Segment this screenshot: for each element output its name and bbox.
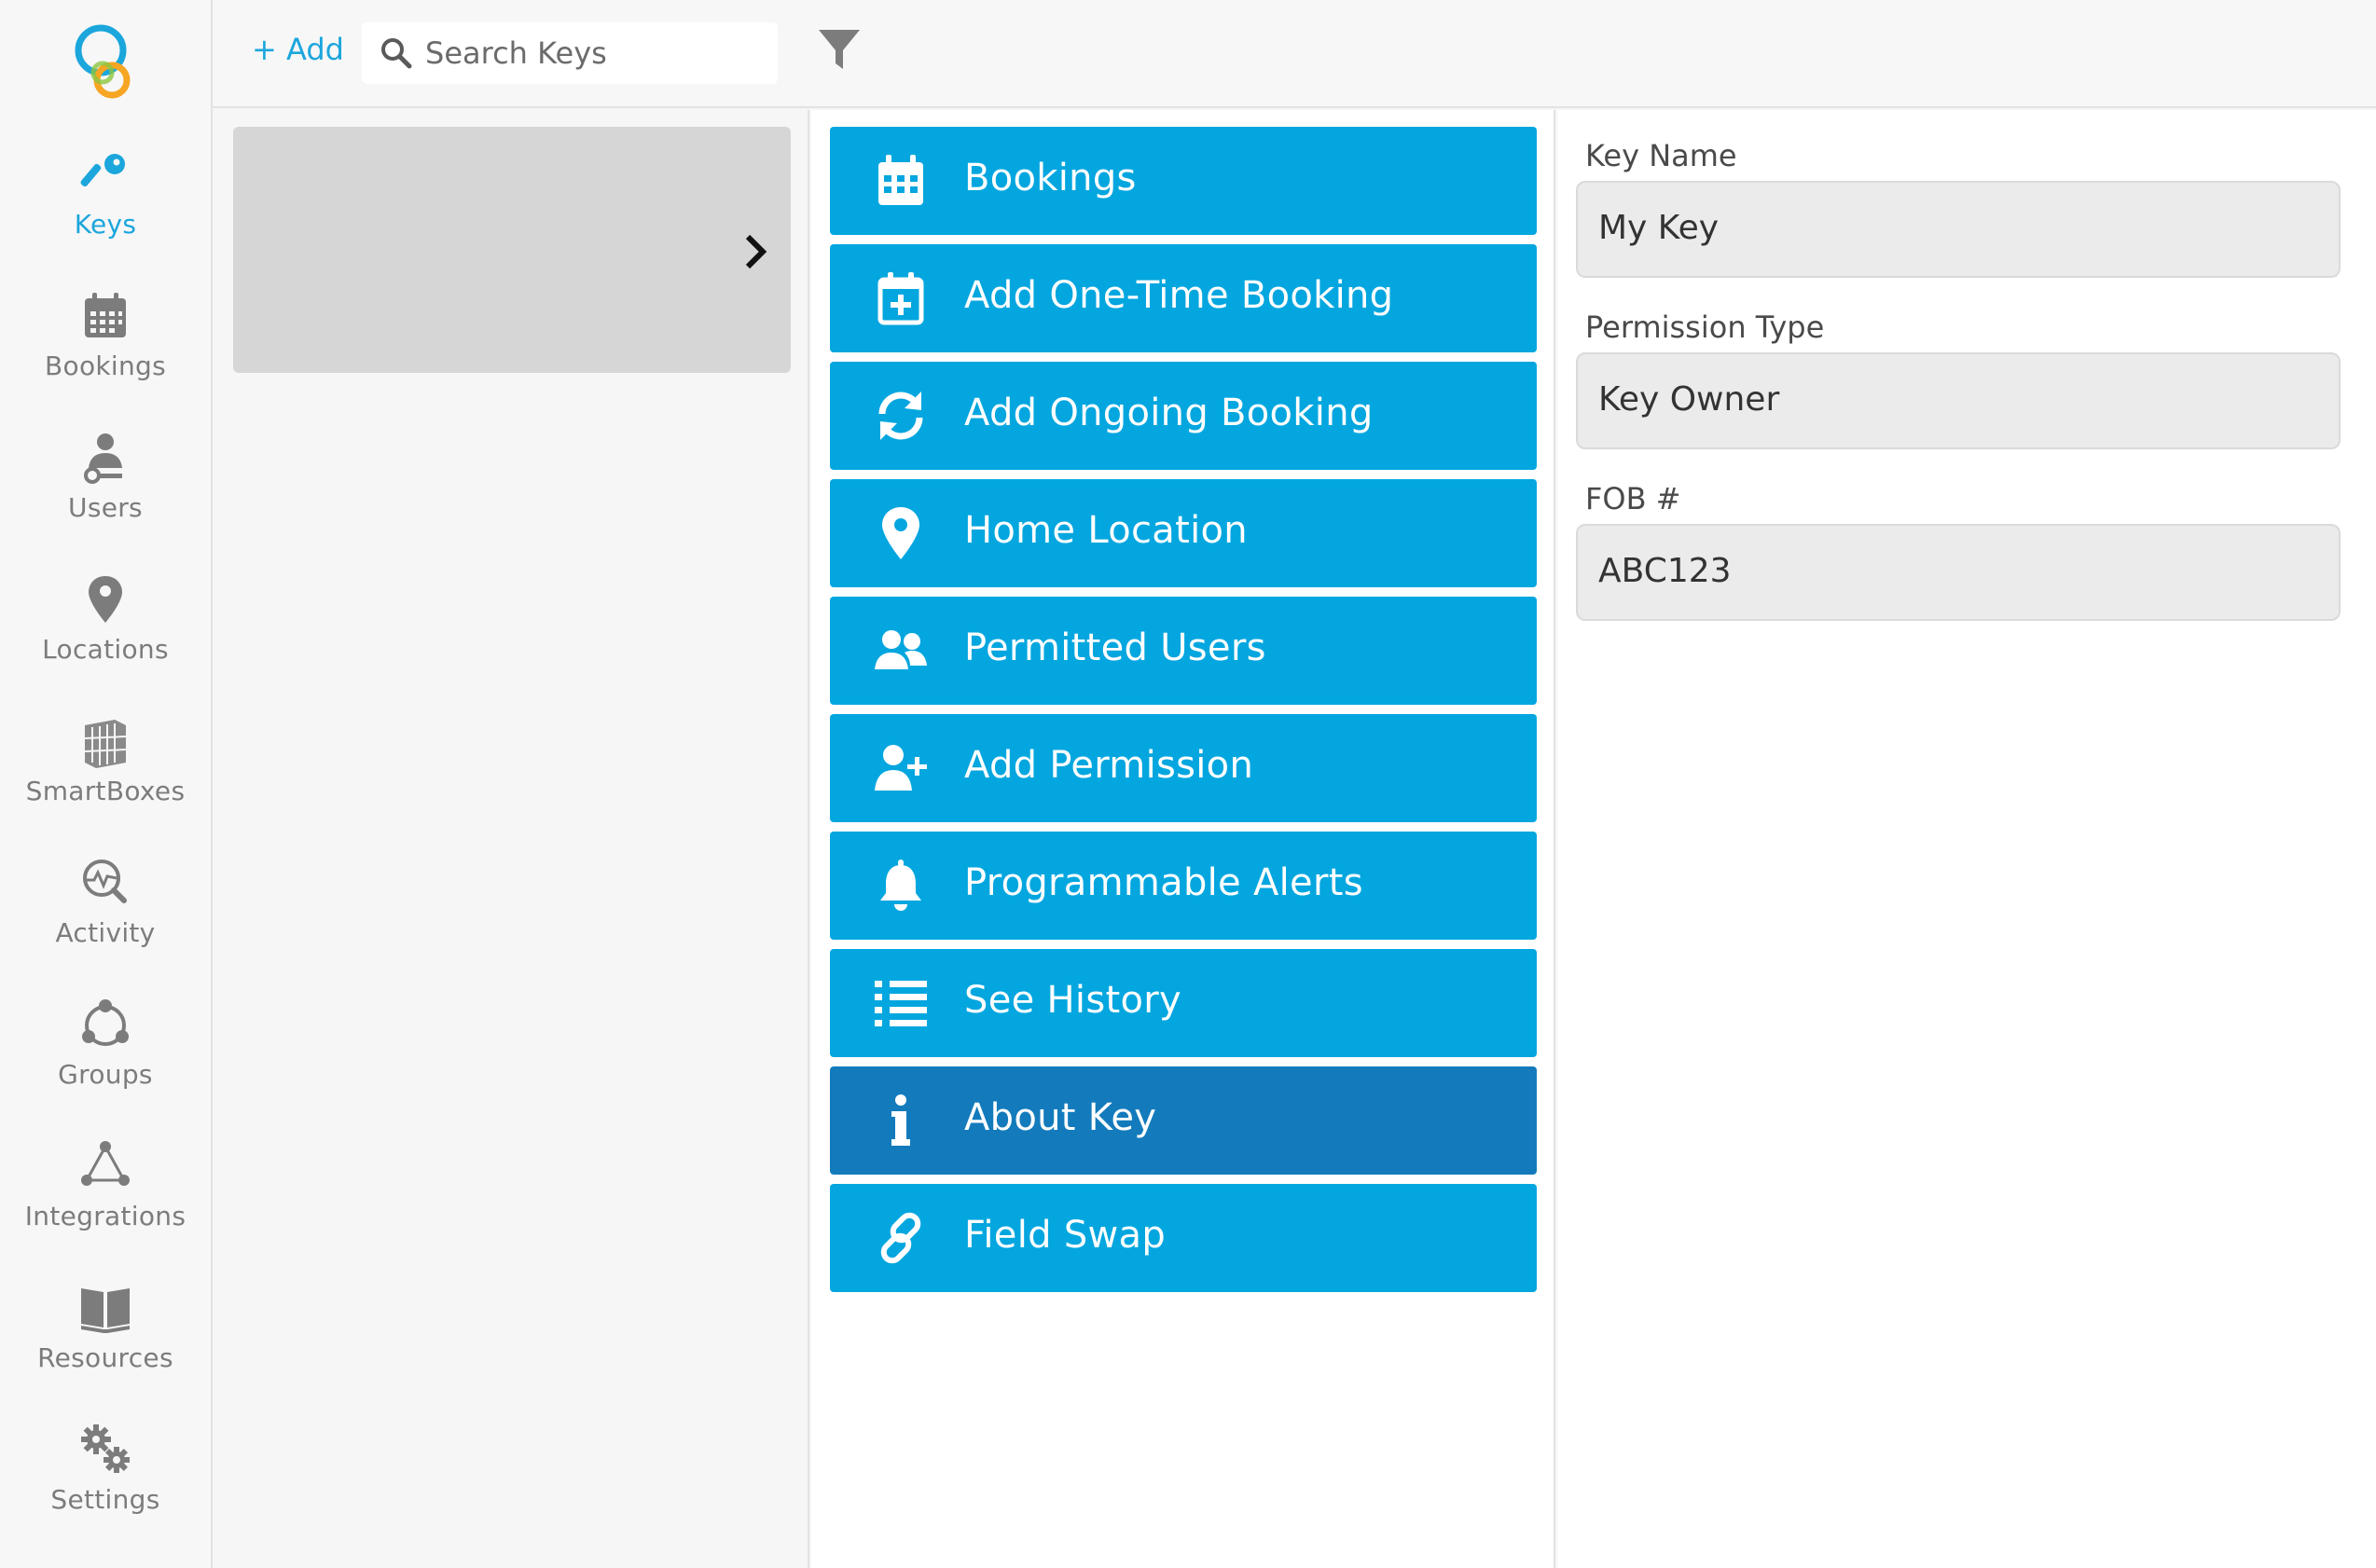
- key-icon: [80, 154, 125, 187]
- search-box[interactable]: [362, 22, 778, 84]
- sidebar-item-keys[interactable]: Keys: [0, 147, 211, 259]
- integrations-icon: [81, 1141, 130, 1186]
- sidebar-item-label: Bookings: [45, 351, 166, 381]
- map-pin-icon: [882, 507, 919, 559]
- programmable-alerts-button[interactable]: Programmable Alerts: [830, 832, 1537, 940]
- refresh-icon: [878, 392, 923, 440]
- info-icon: [891, 1094, 910, 1146]
- groups-icon: [82, 999, 129, 1046]
- about-key-button[interactable]: About Key: [830, 1066, 1537, 1175]
- search-input[interactable]: [425, 30, 761, 76]
- gear-icon: [81, 1424, 130, 1473]
- action-label: Add Permission: [964, 744, 1254, 787]
- permission-type-field[interactable]: Key Owner: [1576, 352, 2341, 449]
- key-name-label: Key Name: [1585, 138, 1737, 173]
- calendar-icon: [85, 293, 126, 337]
- sidebar-item-resources[interactable]: Resources: [0, 1281, 211, 1393]
- sidebar-item-activity[interactable]: Activity: [0, 856, 211, 968]
- sidebar-item-settings[interactable]: Settings: [0, 1423, 211, 1534]
- sidebar-item-label: Settings: [50, 1484, 160, 1515]
- sidebar-item-label: Users: [68, 492, 143, 523]
- key-details-panel: Key Name My Key Permission Type Key Owne…: [1557, 110, 2376, 1568]
- sidebar-item-label: SmartBoxes: [25, 776, 186, 806]
- app-logo: [75, 24, 131, 99]
- key-list: [213, 110, 809, 1568]
- sidebar-item-label: Resources: [37, 1342, 173, 1373]
- link-icon: [880, 1212, 921, 1264]
- action-label: Add One-Time Booking: [964, 274, 1394, 317]
- calendar-icon: [878, 155, 923, 205]
- book-icon: [81, 1288, 130, 1333]
- home-location-button[interactable]: Home Location: [830, 479, 1537, 587]
- sidebar: Keys Bookings Users Locations SmartBoxes…: [0, 0, 213, 1568]
- action-label: Home Location: [964, 509, 1248, 552]
- sidebar-item-bookings[interactable]: Bookings: [0, 289, 211, 401]
- user-key-icon: [84, 433, 122, 484]
- activity-icon: [83, 860, 127, 903]
- action-label: Bookings: [964, 157, 1137, 199]
- add-key-button[interactable]: + Add: [252, 32, 344, 67]
- app-window: Keys Bookings Users Locations SmartBoxes…: [0, 0, 2376, 1568]
- search-icon: [381, 38, 412, 69]
- see-history-button[interactable]: See History: [830, 949, 1537, 1057]
- key-actions-menu: Bookings Add One-Time Booking Add Ongoin…: [811, 110, 1555, 1568]
- chevron-right-icon: [745, 234, 767, 269]
- toolbar: + Add: [213, 0, 2376, 108]
- user-plus-icon: [875, 745, 927, 791]
- map-pin-icon: [89, 576, 122, 623]
- sidebar-item-locations[interactable]: Locations: [0, 572, 211, 684]
- action-label: About Key: [964, 1096, 1157, 1139]
- sidebar-item-groups[interactable]: Groups: [0, 997, 211, 1109]
- field-swap-button[interactable]: Field Swap: [830, 1184, 1537, 1292]
- permission-type-label: Permission Type: [1585, 309, 1825, 345]
- add-permission-button[interactable]: Add Permission: [830, 714, 1537, 822]
- action-label: Field Swap: [964, 1214, 1167, 1257]
- key-list-item[interactable]: [233, 127, 791, 373]
- sidebar-item-label: Activity: [55, 917, 156, 948]
- fob-number-label: FOB #: [1585, 481, 1681, 516]
- bell-icon: [880, 860, 921, 911]
- sidebar-item-integrations[interactable]: Integrations: [0, 1139, 211, 1251]
- add-one-time-booking-button[interactable]: Add One-Time Booking: [830, 244, 1537, 352]
- sidebar-item-label: Keys: [74, 209, 137, 240]
- sidebar-item-label: Integrations: [24, 1201, 186, 1231]
- fob-number-field[interactable]: ABC123: [1576, 524, 2341, 621]
- smartbox-icon: [84, 720, 127, 768]
- action-label: See History: [964, 979, 1181, 1022]
- action-label: Add Ongoing Booking: [964, 392, 1374, 434]
- calendar-plus-icon: [877, 272, 924, 325]
- sidebar-item-label: Groups: [58, 1059, 153, 1090]
- list-icon: [875, 981, 927, 1026]
- fob-number-value: ABC123: [1598, 552, 1732, 590]
- key-name-value: My Key: [1598, 209, 1720, 247]
- permission-type-value: Key Owner: [1598, 380, 1780, 419]
- sidebar-item-smartboxes[interactable]: SmartBoxes: [0, 714, 211, 826]
- bookings-button[interactable]: Bookings: [830, 127, 1537, 235]
- sidebar-item-users[interactable]: Users: [0, 431, 211, 543]
- action-label: Programmable Alerts: [964, 861, 1363, 904]
- filter-icon[interactable]: [815, 26, 863, 75]
- users-icon: [875, 630, 927, 669]
- action-label: Permitted Users: [964, 626, 1266, 669]
- permitted-users-button[interactable]: Permitted Users: [830, 597, 1537, 705]
- sidebar-item-label: Locations: [42, 634, 169, 665]
- add-ongoing-booking-button[interactable]: Add Ongoing Booking: [830, 362, 1537, 470]
- key-name-field[interactable]: My Key: [1576, 181, 2341, 278]
